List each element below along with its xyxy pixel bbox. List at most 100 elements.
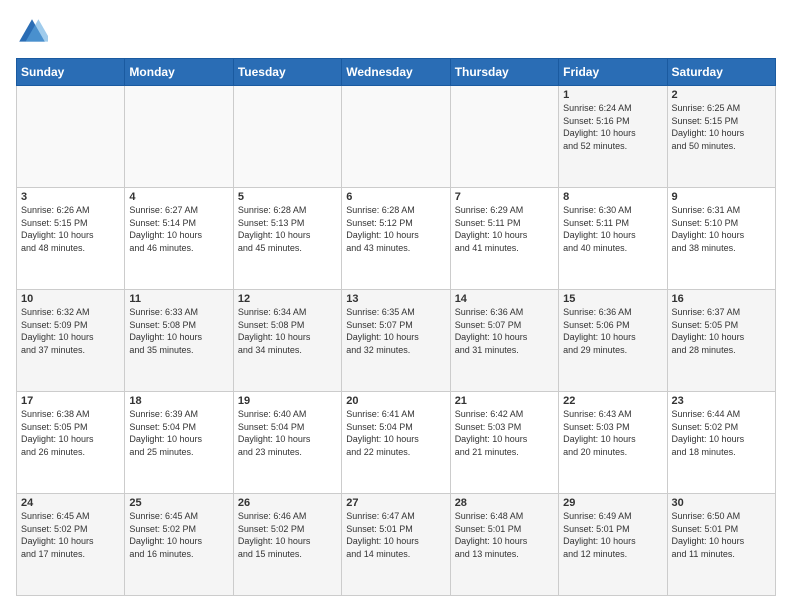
day-info: Sunrise: 6:50 AM Sunset: 5:01 PM Dayligh… (672, 510, 771, 560)
day-info: Sunrise: 6:25 AM Sunset: 5:15 PM Dayligh… (672, 102, 771, 152)
calendar-cell: 13Sunrise: 6:35 AM Sunset: 5:07 PM Dayli… (342, 290, 450, 392)
day-number: 22 (563, 395, 662, 407)
day-number: 1 (563, 89, 662, 101)
day-number: 30 (672, 497, 771, 509)
day-number: 18 (129, 395, 228, 407)
calendar-cell: 9Sunrise: 6:31 AM Sunset: 5:10 PM Daylig… (667, 188, 775, 290)
calendar-cell: 4Sunrise: 6:27 AM Sunset: 5:14 PM Daylig… (125, 188, 233, 290)
calendar-cell: 18Sunrise: 6:39 AM Sunset: 5:04 PM Dayli… (125, 392, 233, 494)
day-header-wednesday: Wednesday (342, 59, 450, 86)
day-number: 11 (129, 293, 228, 305)
calendar-cell: 19Sunrise: 6:40 AM Sunset: 5:04 PM Dayli… (233, 392, 341, 494)
day-info: Sunrise: 6:45 AM Sunset: 5:02 PM Dayligh… (129, 510, 228, 560)
calendar-cell (233, 86, 341, 188)
day-header-friday: Friday (559, 59, 667, 86)
calendar-cell: 3Sunrise: 6:26 AM Sunset: 5:15 PM Daylig… (17, 188, 125, 290)
header (16, 16, 776, 48)
day-number: 25 (129, 497, 228, 509)
day-info: Sunrise: 6:47 AM Sunset: 5:01 PM Dayligh… (346, 510, 445, 560)
calendar-cell: 20Sunrise: 6:41 AM Sunset: 5:04 PM Dayli… (342, 392, 450, 494)
day-info: Sunrise: 6:35 AM Sunset: 5:07 PM Dayligh… (346, 306, 445, 356)
calendar-cell (125, 86, 233, 188)
calendar-body: 1Sunrise: 6:24 AM Sunset: 5:16 PM Daylig… (17, 86, 776, 596)
day-number: 15 (563, 293, 662, 305)
day-number: 19 (238, 395, 337, 407)
day-info: Sunrise: 6:49 AM Sunset: 5:01 PM Dayligh… (563, 510, 662, 560)
day-header-saturday: Saturday (667, 59, 775, 86)
calendar-cell: 16Sunrise: 6:37 AM Sunset: 5:05 PM Dayli… (667, 290, 775, 392)
day-number: 5 (238, 191, 337, 203)
day-number: 7 (455, 191, 554, 203)
day-info: Sunrise: 6:29 AM Sunset: 5:11 PM Dayligh… (455, 204, 554, 254)
calendar-cell: 8Sunrise: 6:30 AM Sunset: 5:11 PM Daylig… (559, 188, 667, 290)
calendar-cell: 7Sunrise: 6:29 AM Sunset: 5:11 PM Daylig… (450, 188, 558, 290)
logo (16, 16, 52, 48)
calendar-cell: 27Sunrise: 6:47 AM Sunset: 5:01 PM Dayli… (342, 494, 450, 596)
day-info: Sunrise: 6:34 AM Sunset: 5:08 PM Dayligh… (238, 306, 337, 356)
calendar-cell: 23Sunrise: 6:44 AM Sunset: 5:02 PM Dayli… (667, 392, 775, 494)
day-number: 16 (672, 293, 771, 305)
calendar-cell: 5Sunrise: 6:28 AM Sunset: 5:13 PM Daylig… (233, 188, 341, 290)
day-header-monday: Monday (125, 59, 233, 86)
calendar-cell: 24Sunrise: 6:45 AM Sunset: 5:02 PM Dayli… (17, 494, 125, 596)
day-number: 9 (672, 191, 771, 203)
page: SundayMondayTuesdayWednesdayThursdayFrid… (0, 0, 792, 612)
calendar-cell: 26Sunrise: 6:46 AM Sunset: 5:02 PM Dayli… (233, 494, 341, 596)
day-header-sunday: Sunday (17, 59, 125, 86)
calendar-cell: 14Sunrise: 6:36 AM Sunset: 5:07 PM Dayli… (450, 290, 558, 392)
week-row-3: 10Sunrise: 6:32 AM Sunset: 5:09 PM Dayli… (17, 290, 776, 392)
day-number: 26 (238, 497, 337, 509)
logo-icon (16, 16, 48, 48)
day-number: 8 (563, 191, 662, 203)
calendar-cell: 10Sunrise: 6:32 AM Sunset: 5:09 PM Dayli… (17, 290, 125, 392)
day-number: 3 (21, 191, 120, 203)
day-info: Sunrise: 6:36 AM Sunset: 5:07 PM Dayligh… (455, 306, 554, 356)
calendar-cell: 6Sunrise: 6:28 AM Sunset: 5:12 PM Daylig… (342, 188, 450, 290)
day-number: 20 (346, 395, 445, 407)
calendar-cell: 22Sunrise: 6:43 AM Sunset: 5:03 PM Dayli… (559, 392, 667, 494)
day-number: 2 (672, 89, 771, 101)
day-info: Sunrise: 6:41 AM Sunset: 5:04 PM Dayligh… (346, 408, 445, 458)
day-number: 24 (21, 497, 120, 509)
calendar-cell: 30Sunrise: 6:50 AM Sunset: 5:01 PM Dayli… (667, 494, 775, 596)
day-number: 4 (129, 191, 228, 203)
calendar-cell (342, 86, 450, 188)
day-info: Sunrise: 6:31 AM Sunset: 5:10 PM Dayligh… (672, 204, 771, 254)
calendar-cell: 25Sunrise: 6:45 AM Sunset: 5:02 PM Dayli… (125, 494, 233, 596)
calendar-cell (450, 86, 558, 188)
day-info: Sunrise: 6:42 AM Sunset: 5:03 PM Dayligh… (455, 408, 554, 458)
day-info: Sunrise: 6:40 AM Sunset: 5:04 PM Dayligh… (238, 408, 337, 458)
calendar-cell: 2Sunrise: 6:25 AM Sunset: 5:15 PM Daylig… (667, 86, 775, 188)
calendar-cell (17, 86, 125, 188)
day-number: 10 (21, 293, 120, 305)
day-info: Sunrise: 6:38 AM Sunset: 5:05 PM Dayligh… (21, 408, 120, 458)
week-row-1: 1Sunrise: 6:24 AM Sunset: 5:16 PM Daylig… (17, 86, 776, 188)
week-row-4: 17Sunrise: 6:38 AM Sunset: 5:05 PM Dayli… (17, 392, 776, 494)
calendar-cell: 11Sunrise: 6:33 AM Sunset: 5:08 PM Dayli… (125, 290, 233, 392)
week-row-2: 3Sunrise: 6:26 AM Sunset: 5:15 PM Daylig… (17, 188, 776, 290)
day-number: 12 (238, 293, 337, 305)
day-info: Sunrise: 6:30 AM Sunset: 5:11 PM Dayligh… (563, 204, 662, 254)
calendar-cell: 29Sunrise: 6:49 AM Sunset: 5:01 PM Dayli… (559, 494, 667, 596)
calendar-table: SundayMondayTuesdayWednesdayThursdayFrid… (16, 58, 776, 596)
day-info: Sunrise: 6:45 AM Sunset: 5:02 PM Dayligh… (21, 510, 120, 560)
week-row-5: 24Sunrise: 6:45 AM Sunset: 5:02 PM Dayli… (17, 494, 776, 596)
day-number: 14 (455, 293, 554, 305)
calendar-cell: 12Sunrise: 6:34 AM Sunset: 5:08 PM Dayli… (233, 290, 341, 392)
day-info: Sunrise: 6:28 AM Sunset: 5:13 PM Dayligh… (238, 204, 337, 254)
day-number: 28 (455, 497, 554, 509)
day-info: Sunrise: 6:37 AM Sunset: 5:05 PM Dayligh… (672, 306, 771, 356)
day-number: 13 (346, 293, 445, 305)
day-header-tuesday: Tuesday (233, 59, 341, 86)
day-number: 6 (346, 191, 445, 203)
day-number: 21 (455, 395, 554, 407)
day-info: Sunrise: 6:28 AM Sunset: 5:12 PM Dayligh… (346, 204, 445, 254)
day-header-thursday: Thursday (450, 59, 558, 86)
day-info: Sunrise: 6:48 AM Sunset: 5:01 PM Dayligh… (455, 510, 554, 560)
calendar-header: SundayMondayTuesdayWednesdayThursdayFrid… (17, 59, 776, 86)
day-info: Sunrise: 6:24 AM Sunset: 5:16 PM Dayligh… (563, 102, 662, 152)
day-number: 17 (21, 395, 120, 407)
calendar-cell: 21Sunrise: 6:42 AM Sunset: 5:03 PM Dayli… (450, 392, 558, 494)
calendar-cell: 17Sunrise: 6:38 AM Sunset: 5:05 PM Dayli… (17, 392, 125, 494)
day-number: 29 (563, 497, 662, 509)
